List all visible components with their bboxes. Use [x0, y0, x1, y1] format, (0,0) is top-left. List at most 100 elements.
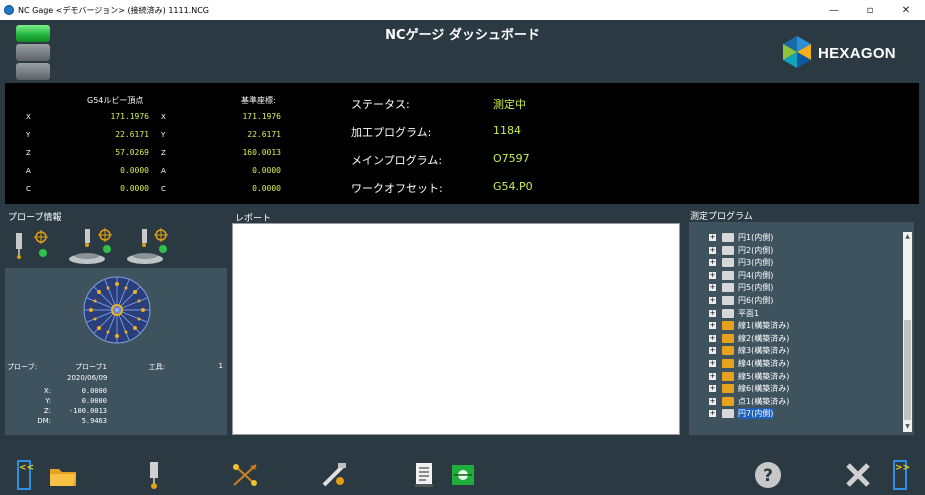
probe-info-title: プローブ情報	[8, 213, 62, 223]
program-item-label: 平面1	[738, 308, 760, 318]
folder-icon	[722, 321, 734, 331]
collapse-right-button[interactable]: >>	[893, 460, 910, 490]
program-item-label: 円5(内側)	[738, 283, 774, 293]
expand-icon[interactable]: +	[709, 385, 716, 393]
axis-label: A	[26, 167, 31, 175]
hexagon-logo: HEXAGON	[780, 34, 900, 70]
status-value: 測定中	[493, 98, 526, 111]
axis-label: X	[161, 113, 166, 121]
machine-info-panel: G54ルビー頂点 基準座標: X 171.1976 X 171.1976 Y 2…	[5, 83, 919, 204]
program-item-label: 円6(内側)	[738, 296, 774, 305]
plane-icon	[722, 308, 734, 318]
expand-icon[interactable]: +	[709, 397, 716, 405]
folder-icon	[722, 333, 734, 343]
tool-label: 工具:	[148, 363, 165, 371]
expand-icon[interactable]: +	[709, 309, 716, 317]
program-item-label: 線1(構築済み)	[738, 321, 790, 331]
program-item-label: 円2(内側)	[738, 245, 774, 255]
collapse-left-button[interactable]: <<	[17, 460, 34, 490]
g54-value: 0.0000	[120, 166, 149, 175]
programs-title: 測定プログラム	[690, 212, 753, 222]
status-label: ステータス:	[351, 98, 410, 111]
expand-icon[interactable]: +	[709, 347, 716, 355]
machining-program-label: 加工プログラム:	[351, 126, 432, 139]
expand-icon[interactable]: +	[709, 259, 716, 267]
axis-label: Y	[26, 131, 31, 139]
bottom-toolbar: << ? >>	[0, 455, 925, 495]
circle-feature-icon	[722, 258, 734, 268]
base-value: 0.0000	[252, 184, 281, 193]
caliper-icon[interactable]	[318, 459, 352, 491]
expand-icon[interactable]: +	[709, 322, 716, 330]
base-value: 22.6171	[247, 130, 281, 139]
probe-info-panel: プローブ: プローブ1 工具: 1 2020/06/09 X: 0.0000 Y…	[5, 223, 227, 435]
folder-icon	[722, 346, 734, 356]
x-label: X:	[43, 387, 51, 395]
axis-label: Z	[26, 149, 31, 157]
machining-program-value: 1184	[493, 124, 521, 137]
axis-alignment-icon[interactable]	[227, 459, 263, 491]
axis-label: C	[26, 185, 31, 193]
expand-icon[interactable]: +	[709, 246, 716, 254]
expand-icon[interactable]: +	[709, 234, 716, 241]
base-coords-header: 基準座標:	[241, 96, 276, 105]
g54-value: 22.6171	[115, 130, 149, 139]
x-value: 0.0000	[81, 387, 107, 395]
report-area[interactable]	[232, 223, 680, 435]
g54-value: 57.0269	[115, 148, 149, 157]
program-scrollbar[interactable]: ▲ ▼	[903, 232, 912, 432]
base-value: 171.1976	[242, 112, 281, 121]
folder-icon	[722, 371, 734, 381]
axis-label: Z	[161, 149, 166, 157]
expand-icon[interactable]: +	[709, 284, 716, 292]
program-item-label: 円3(内側)	[738, 258, 774, 268]
ring-calibration-icon[interactable]	[69, 228, 112, 264]
program-item-label: 線4(構築済み)	[738, 359, 790, 368]
close-button[interactable]: ✕	[888, 0, 924, 20]
window-titlebar: NC Gage <デモバージョン> (接続済み) 1111.NCG — ▫ ✕	[0, 0, 925, 20]
folder-icon	[722, 396, 734, 406]
work-offset-value: G54.P0	[493, 180, 533, 193]
sphere-calibration-icon[interactable]	[127, 228, 168, 264]
axis-label: X	[26, 113, 31, 121]
program-item-label: 円4(内側)	[738, 270, 774, 280]
folder-icon	[722, 384, 734, 394]
program-item-label: 線3(構築済み)	[738, 346, 790, 356]
close-icon[interactable]	[842, 459, 874, 491]
scroll-up-icon[interactable]: ▲	[903, 233, 912, 240]
help-icon[interactable]: ?	[752, 459, 784, 491]
expand-icon[interactable]: +	[709, 360, 716, 367]
program-item-label: 円7(内側)	[737, 408, 775, 420]
probe-status-icon[interactable]	[16, 230, 48, 259]
axis-label: Y	[161, 131, 166, 139]
maximize-button[interactable]: ▫	[852, 0, 888, 20]
scroll-thumb[interactable]	[904, 320, 911, 420]
program-item-label: 線2(構築済み)	[738, 333, 790, 343]
expand-icon[interactable]: +	[709, 271, 716, 279]
y-label: Y:	[45, 397, 51, 405]
program-tree-panel: + 円1(内側) + 円2(内側) + 円3(内側) + 円4(内側) + 円5(内側) + 円6(内…	[689, 222, 914, 435]
svg-text:?: ?	[763, 466, 773, 486]
z-label: Z:	[43, 407, 51, 415]
expand-icon[interactable]: +	[709, 297, 716, 304]
z-value: -100.0013	[69, 407, 107, 415]
expand-icon[interactable]: +	[709, 372, 716, 380]
report-document-icon[interactable]	[411, 459, 437, 491]
minimize-button[interactable]: —	[816, 0, 852, 20]
g54-value: 0.0000	[120, 184, 149, 193]
probe-icon[interactable]	[139, 459, 169, 491]
expand-icon[interactable]: +	[709, 410, 716, 418]
record-icon[interactable]	[451, 459, 475, 491]
scroll-down-icon[interactable]: ▼	[903, 423, 912, 430]
tool-value: 1	[218, 362, 223, 370]
probe-target-graphic	[83, 276, 151, 344]
program-item-label: 線5(構築済み)	[738, 371, 790, 381]
dashboard-header: NCゲージ ダッシュボード HEXAGON	[0, 20, 925, 82]
dm-value: 5.9463	[81, 417, 107, 425]
main-program-value: O7597	[493, 152, 530, 165]
axis-label: C	[161, 185, 166, 193]
expand-icon[interactable]: +	[709, 334, 716, 342]
probe-value: プローブ1	[74, 363, 107, 371]
app-icon	[4, 5, 14, 15]
open-folder-icon[interactable]	[47, 459, 79, 491]
